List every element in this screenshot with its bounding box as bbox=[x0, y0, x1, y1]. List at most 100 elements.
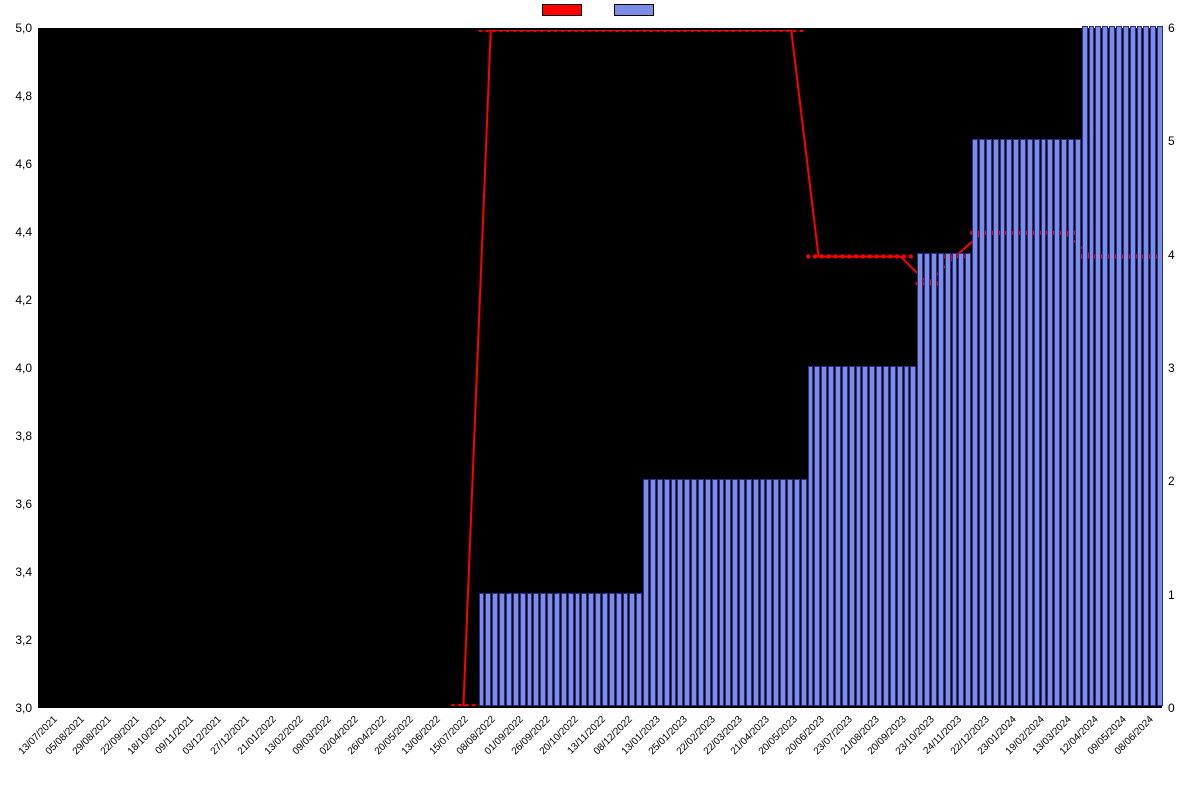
bar bbox=[485, 593, 491, 706]
bar bbox=[904, 366, 910, 706]
y-left-tick: 3,8 bbox=[0, 429, 32, 443]
legend bbox=[542, 4, 658, 19]
bar bbox=[958, 253, 964, 706]
bar bbox=[664, 479, 670, 706]
y-left-tick: 3,2 bbox=[0, 633, 32, 647]
bar bbox=[1020, 139, 1026, 706]
bar bbox=[1089, 26, 1095, 706]
bar bbox=[636, 593, 642, 706]
bar bbox=[616, 593, 622, 706]
bar bbox=[684, 479, 690, 706]
y-left-tick: 4,8 bbox=[0, 89, 32, 103]
bar bbox=[581, 593, 587, 706]
legend-item-bar bbox=[614, 4, 658, 19]
bar bbox=[965, 253, 971, 706]
bar bbox=[794, 479, 800, 706]
y-right-tick: 5 bbox=[1168, 134, 1200, 148]
bar bbox=[677, 479, 683, 706]
y-left-tick: 4,6 bbox=[0, 157, 32, 171]
bar bbox=[801, 479, 807, 706]
bar bbox=[1109, 26, 1115, 706]
bar bbox=[554, 593, 560, 706]
bar bbox=[1013, 139, 1019, 706]
bar bbox=[561, 593, 567, 706]
bar bbox=[814, 366, 820, 706]
bar bbox=[1116, 26, 1122, 706]
chart-container: 3,03,23,43,63,84,04,24,44,64,85,00123456… bbox=[0, 0, 1200, 800]
bar bbox=[1130, 26, 1136, 706]
bar bbox=[856, 366, 862, 706]
y-left-tick: 5,0 bbox=[0, 21, 32, 35]
bar bbox=[719, 479, 725, 706]
y-right-tick: 2 bbox=[1168, 474, 1200, 488]
bar bbox=[657, 479, 663, 706]
bar bbox=[595, 593, 601, 706]
bar bbox=[479, 593, 485, 706]
bar bbox=[623, 593, 629, 706]
bar bbox=[897, 366, 903, 706]
bar bbox=[821, 366, 827, 706]
bar bbox=[691, 479, 697, 706]
y-right-tick: 3 bbox=[1168, 361, 1200, 375]
bar bbox=[1075, 139, 1081, 706]
y-right-tick: 6 bbox=[1168, 21, 1200, 35]
bar bbox=[698, 479, 704, 706]
bar bbox=[533, 593, 539, 706]
y-left-tick: 4,4 bbox=[0, 225, 32, 239]
bar bbox=[780, 479, 786, 706]
bar bbox=[575, 593, 581, 706]
bar bbox=[1123, 26, 1129, 706]
bar bbox=[520, 593, 526, 706]
bar bbox=[492, 593, 498, 706]
bar bbox=[760, 479, 766, 706]
bar bbox=[1041, 139, 1047, 706]
bar bbox=[917, 253, 923, 706]
bar bbox=[1068, 139, 1074, 706]
bar bbox=[650, 479, 656, 706]
bar bbox=[931, 253, 937, 706]
y-left-tick: 3,6 bbox=[0, 497, 32, 511]
bar bbox=[712, 479, 718, 706]
y-right-tick: 4 bbox=[1168, 248, 1200, 262]
bar bbox=[1150, 26, 1156, 706]
legend-swatch-red bbox=[542, 4, 582, 16]
bar bbox=[1006, 139, 1012, 706]
bar bbox=[1047, 139, 1053, 706]
bar bbox=[924, 253, 930, 706]
bar bbox=[972, 139, 978, 706]
bar bbox=[938, 253, 944, 706]
bar bbox=[725, 479, 731, 706]
bar bbox=[1143, 26, 1149, 706]
bar bbox=[609, 593, 615, 706]
bar bbox=[1102, 26, 1108, 706]
bar bbox=[773, 479, 779, 706]
bar bbox=[1137, 26, 1143, 706]
bar bbox=[506, 593, 512, 706]
bar bbox=[910, 366, 916, 706]
bar bbox=[787, 479, 793, 706]
y-left-tick: 4,0 bbox=[0, 361, 32, 375]
plot-area bbox=[38, 28, 1162, 708]
legend-swatch-blue bbox=[614, 4, 654, 16]
bar bbox=[1027, 139, 1033, 706]
bar bbox=[1061, 139, 1067, 706]
bar bbox=[540, 593, 546, 706]
y-left-tick: 3,4 bbox=[0, 565, 32, 579]
y-right-tick: 0 bbox=[1168, 701, 1200, 715]
bar bbox=[527, 593, 533, 706]
bar bbox=[602, 593, 608, 706]
bar bbox=[986, 139, 992, 706]
y-left-tick: 3,0 bbox=[0, 701, 32, 715]
y-left-tick: 4,2 bbox=[0, 293, 32, 307]
bar bbox=[547, 593, 553, 706]
bar bbox=[1034, 139, 1040, 706]
bar bbox=[808, 366, 814, 706]
bar bbox=[876, 366, 882, 706]
bar bbox=[862, 366, 868, 706]
bar bbox=[568, 593, 574, 706]
bar bbox=[753, 479, 759, 706]
bar bbox=[883, 366, 889, 706]
bar bbox=[869, 366, 875, 706]
bar bbox=[732, 479, 738, 706]
bar bbox=[835, 366, 841, 706]
